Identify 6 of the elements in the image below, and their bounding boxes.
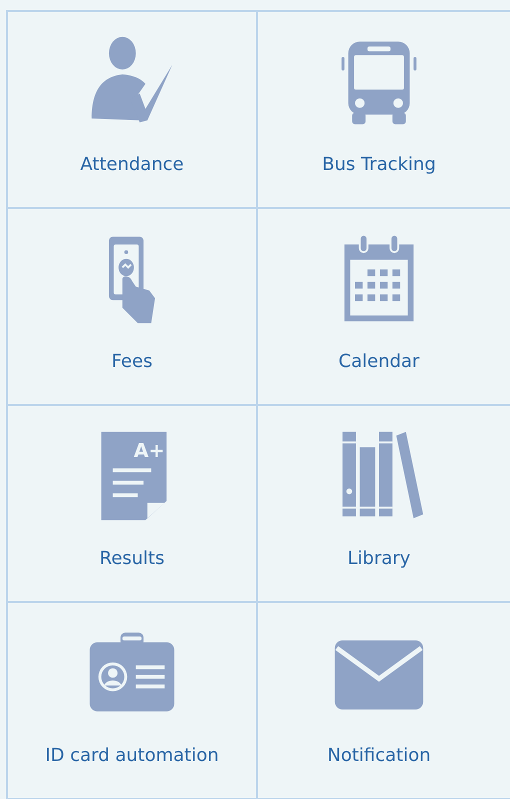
- menu-tile[interactable]: Fees: [8, 209, 258, 406]
- menu-tile[interactable]: Attendance: [8, 12, 258, 209]
- menu-tile[interactable]: A+ Results: [8, 406, 258, 603]
- menu-tile[interactable]: ID card automation: [8, 603, 258, 799]
- grade-text: A+: [134, 438, 165, 462]
- document-icon: [101, 432, 167, 520]
